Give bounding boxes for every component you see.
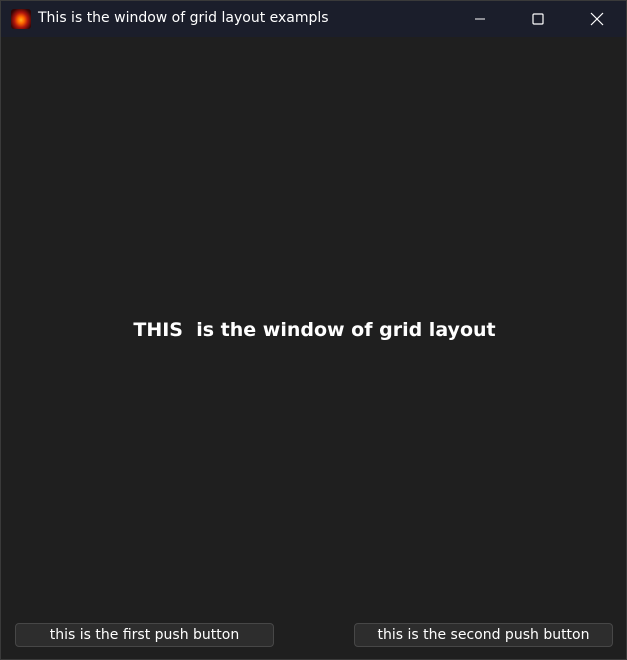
main-label: THIS is the window of grid layout bbox=[133, 319, 496, 341]
minimize-icon bbox=[475, 18, 485, 20]
grid-layout-area: THIS is the window of grid layout this i… bbox=[1, 37, 626, 659]
window-title: This is the window of grid layout exampl… bbox=[38, 10, 329, 26]
app-icon bbox=[11, 9, 31, 29]
second-push-button[interactable]: this is the second push button bbox=[354, 623, 613, 647]
close-button[interactable] bbox=[574, 1, 620, 37]
title-bar[interactable]: This is the window of grid layout exampl… bbox=[1, 1, 626, 37]
main-window: This is the window of grid layout exampl… bbox=[0, 0, 627, 660]
first-push-button[interactable]: this is the first push button bbox=[15, 623, 274, 647]
close-icon bbox=[590, 12, 604, 26]
minimize-button[interactable] bbox=[457, 1, 503, 37]
maximize-icon bbox=[532, 13, 544, 25]
maximize-button[interactable] bbox=[515, 1, 561, 37]
